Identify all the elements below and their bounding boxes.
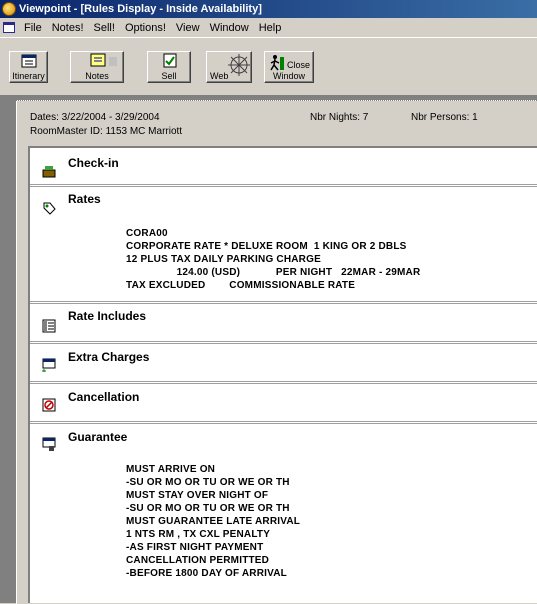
cancel-icon — [42, 398, 56, 412]
app-icon[interactable] — [2, 2, 16, 16]
sell-icon — [163, 53, 177, 68]
section-guarantee[interactable]: Guarantee MUST ARRIVE ON -SU OR MO OR TU… — [30, 424, 537, 603]
guarantee-line: MUST GUARANTEE LATE ARRIVAL — [126, 516, 301, 527]
sell-label: Sell — [161, 71, 177, 81]
toolbar: Itinerary Notes Sell Web Close Window — [0, 37, 537, 96]
menu-notes[interactable]: Notes! — [47, 21, 89, 35]
checkin-icon — [42, 166, 56, 178]
sell-button[interactable]: Sell — [147, 51, 191, 83]
menu-sell[interactable]: Sell! — [89, 21, 120, 35]
itinerary-label: Itinerary — [12, 71, 45, 81]
guarantee-heading: Guarantee — [68, 430, 128, 444]
dates-text: Dates: 3/22/2004 - 3/29/2004 — [30, 112, 160, 123]
itinerary-button[interactable]: Itinerary — [9, 51, 48, 83]
add-window-icon — [42, 358, 56, 372]
section-extra-charges[interactable]: Extra Charges — [30, 344, 537, 384]
nights-text: Nbr Nights: 7 — [310, 112, 369, 123]
menu-window[interactable]: Window — [205, 21, 254, 35]
toolbar-divider — [0, 37, 537, 38]
rules-content-panel[interactable]: Check-in Rates CORA00 CORPORATE RATE * D… — [28, 146, 537, 603]
price-tag-icon — [43, 202, 56, 215]
extra-charges-heading: Extra Charges — [68, 350, 150, 364]
guarantee-line: 1 NTS RM , TX CXL PENALTY — [126, 529, 271, 540]
guarantee-line: -AS FIRST NIGHT PAYMENT — [126, 542, 264, 553]
rates-line: CORPORATE RATE * DELUXE ROOM 1 KING OR 2… — [126, 241, 407, 252]
menu-view[interactable]: View — [171, 21, 205, 35]
child-window-border — [16, 100, 537, 101]
grid-list-icon — [42, 319, 56, 333]
section-checkin[interactable]: Check-in — [30, 148, 537, 187]
notes-icon — [90, 53, 117, 67]
exit-person-icon — [270, 55, 284, 71]
checkin-heading: Check-in — [68, 156, 119, 170]
guarantee-line: -SU OR MO OR TU OR WE OR TH — [126, 477, 290, 488]
menu-options[interactable]: Options! — [120, 21, 171, 35]
menu-bar: File Notes! Sell! Options! View Window H… — [0, 18, 537, 37]
persons-text: Nbr Persons: 1 — [411, 112, 478, 123]
title-bar[interactable]: Viewpoint - [Rules Display - Inside Avai… — [0, 0, 537, 18]
section-cancellation[interactable]: Cancellation — [30, 384, 537, 424]
lock-window-icon — [42, 437, 56, 451]
web-label: Web — [210, 71, 229, 81]
rate-includes-heading: Rate Includes — [68, 309, 147, 323]
rates-line: CORA00 — [126, 228, 168, 239]
document-icon[interactable] — [3, 22, 15, 33]
section-rate-includes[interactable]: Rate Includes — [30, 304, 537, 344]
section-rates[interactable]: Rates CORA00 CORPORATE RATE * DELUXE ROO… — [30, 187, 537, 304]
window-title: Viewpoint - [Rules Display - Inside Avai… — [19, 3, 262, 15]
close-window-button[interactable]: Close Window — [264, 51, 314, 83]
itinerary-icon — [21, 54, 37, 68]
menu-help[interactable]: Help — [254, 21, 287, 35]
menu-file[interactable]: File — [19, 21, 47, 35]
roommaster-text: RoomMaster ID: 1153 MC Marriott — [30, 126, 183, 137]
web-button[interactable]: Web — [206, 51, 252, 83]
close-label: Close — [287, 60, 311, 70]
guarantee-line: -BEFORE 1800 DAY OF ARRIVAL — [126, 568, 287, 579]
guarantee-line: MUST STAY OVER NIGHT OF — [126, 490, 269, 501]
notes-button[interactable]: Notes — [70, 51, 124, 83]
cancellation-heading: Cancellation — [68, 390, 140, 404]
guarantee-line: CANCELLATION PERMITTED — [126, 555, 270, 566]
rates-line: 124.00 (USD) PER NIGHT 22MAR - 29MAR — [126, 267, 421, 278]
notes-label: Notes — [85, 71, 109, 81]
rates-line: 12 PLUS TAX DAILY PARKING CHARGE — [126, 254, 321, 265]
guarantee-line: MUST ARRIVE ON — [126, 464, 216, 475]
guarantee-line: -SU OR MO OR TU OR WE OR TH — [126, 503, 290, 514]
window-label: Window — [272, 71, 305, 81]
rates-heading: Rates — [68, 192, 101, 206]
rates-line: TAX EXCLUDED COMMISSIONABLE RATE — [126, 280, 356, 291]
